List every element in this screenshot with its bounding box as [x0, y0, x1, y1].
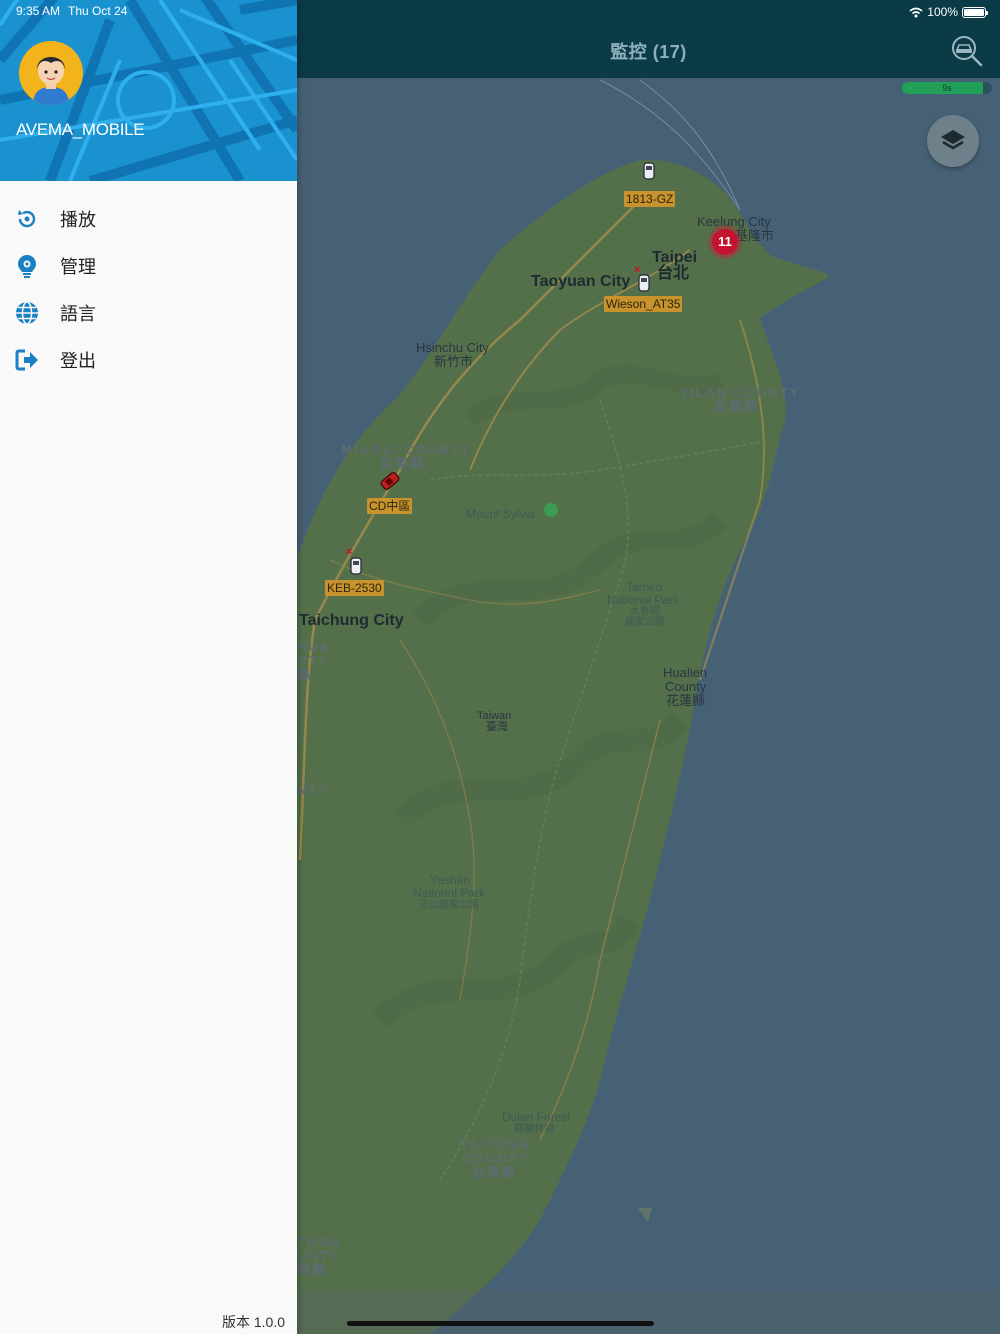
menu-item-playback[interactable]: 播放	[0, 195, 297, 242]
map-label-yushan-1: Yushan	[430, 873, 471, 887]
battery-percent: 100%	[927, 5, 958, 19]
map-label-taitung-2: COUNTY	[462, 1151, 529, 1166]
top-nav-bar: 監控 (17)	[297, 0, 1000, 78]
map-label-sylvia: Mount Sylvia	[466, 507, 535, 521]
map-label-taoyuan: Taoyuan City	[531, 273, 631, 290]
battery-icon	[962, 6, 988, 18]
map-label-hualien-1: Hualien	[663, 665, 708, 680]
app-root: Keelung City 基隆市 Taipei 台北 Taoyuan City …	[0, 0, 1000, 1334]
app-version: 版本 1.0.0	[221, 1314, 285, 1330]
menu-item-language[interactable]: 語言	[0, 289, 297, 336]
map-label-taitung-1: TAITUNG	[460, 1137, 531, 1152]
map-label-changhua-2: NTY	[297, 653, 329, 668]
vehicle-marker-icon[interactable]	[349, 557, 363, 575]
status-bar-right: 100%	[909, 4, 988, 20]
map-label-yilan-zh: 宜蘭縣	[714, 399, 760, 414]
map-label-taroko-zh-2: 國家公園	[625, 617, 665, 628]
vehicle-plate-label[interactable]: 1813-GZ	[624, 191, 676, 207]
map-label-yushan-zh: 玉山國家公園	[419, 900, 479, 911]
globe-icon	[14, 300, 40, 326]
status-date: Thu Oct 24	[68, 4, 128, 18]
map-label-hualien-zh: 花蓮縣	[666, 693, 706, 708]
map-label-hualien-2: County	[665, 679, 707, 694]
map-label-changhua-zh: 縣	[297, 667, 313, 682]
refresh-countdown-label: 9s	[942, 83, 952, 93]
map-label-yushan-2: National Park	[413, 886, 486, 900]
avatar[interactable]	[19, 41, 83, 105]
vehicle-plate-label[interactable]: KEB-2530	[325, 580, 384, 596]
refresh-countdown-bar: 9s	[902, 82, 992, 94]
layers-icon	[941, 130, 965, 150]
map-label-taiwan-zh: 臺灣	[486, 721, 508, 733]
vehicle-marker-icon[interactable]	[637, 274, 651, 292]
username: AVEMA_MOBILE	[16, 120, 145, 139]
map-label-pingtung-1: TUNG	[297, 1234, 342, 1249]
map-label-miaoli-zh: 苗栗縣	[380, 456, 426, 471]
menu-item-label: 播放	[60, 209, 96, 230]
side-drawer: 9:35 AM Thu Oct 24 AVEMA_MOBILE 播放 管理 語言…	[0, 0, 297, 1334]
logout-icon	[14, 347, 40, 373]
map-label-dulan: Dulan Forest	[502, 1110, 571, 1124]
map-label-pingtung-2: UNTY	[297, 1248, 341, 1263]
map-label-hsinchu-zh: 新竹市	[434, 354, 474, 369]
map-label-changhua-1: HUA	[297, 639, 332, 654]
vehicle-search-icon[interactable]	[950, 34, 984, 68]
vehicle-plate-label[interactable]: Wieson_AT35	[604, 296, 683, 312]
status-bar-left: 9:35 AM Thu Oct 24	[16, 4, 135, 18]
map-label-taichung: Taichung City	[299, 612, 404, 629]
map-label-pingtung-zh: 東縣	[297, 1262, 328, 1277]
menu-item-label: 登出	[60, 350, 96, 371]
map-label-taipei-zh: 台北	[657, 265, 690, 282]
map-label-miaoli: MIAOLI COUNTY	[341, 442, 471, 457]
menu-item-logout[interactable]: 登出	[0, 336, 297, 383]
status-time: 9:35 AM	[16, 4, 61, 18]
map-label-dulan-zh: 都蘭林場	[514, 1124, 554, 1135]
vehicle-marker-icon[interactable]	[642, 162, 656, 180]
menu-item-manage[interactable]: 管理	[0, 242, 297, 289]
park-pin-icon[interactable]	[544, 503, 558, 517]
map-label-yilan: YILAN COUNTY	[679, 385, 801, 400]
map-layers-button[interactable]	[927, 115, 979, 167]
drawer-header: 9:35 AM Thu Oct 24 AVEMA_MOBILE	[0, 0, 297, 181]
map-label-nantou: NTY	[297, 782, 329, 797]
home-indicator[interactable]	[347, 1321, 654, 1326]
gear-bulb-icon	[14, 253, 40, 279]
vehicle-moving-icon[interactable]	[378, 470, 402, 492]
map-label-taitung-zh: 台東縣	[472, 1165, 518, 1180]
drawer-menu: 播放 管理 語言 登出	[0, 195, 297, 383]
menu-item-label: 管理	[60, 256, 96, 277]
map-label-taroko-1: Taroko	[626, 580, 663, 594]
offline-x-icon: ×	[346, 546, 353, 558]
map-label-taipei: Taipei	[652, 249, 698, 266]
wifi-icon	[909, 7, 923, 17]
vehicle-cluster-marker[interactable]: 11	[708, 225, 742, 259]
menu-item-label: 語言	[60, 303, 96, 324]
vehicle-plate-label[interactable]: CD中區	[367, 498, 413, 514]
offline-x-icon: ×	[634, 264, 641, 276]
user-avatar-icon	[19, 41, 83, 105]
page-title: 監控 (17)	[610, 42, 687, 62]
cluster-count: 11	[712, 229, 738, 255]
map-label-hsinchu: Hsinchu City	[416, 340, 489, 355]
replay-icon	[14, 206, 40, 232]
